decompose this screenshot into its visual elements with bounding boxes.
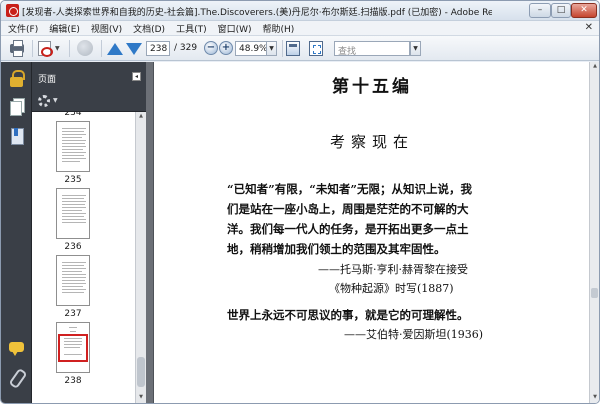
bookmarks-icon[interactable] [8, 128, 25, 145]
search-dropdown-button[interactable]: ▼ [410, 41, 421, 56]
quote-line: 地，稍稍增加我们领土的范围及其牢固性。 [227, 242, 446, 256]
full-screen-icon [309, 41, 323, 56]
arrow-down-icon [126, 42, 142, 55]
thumbnail-label: 235 [64, 175, 82, 185]
quote-line: 世界上永远不可思议的事，就是它的可理解性。 [227, 308, 469, 322]
toolbar-separator [101, 40, 102, 57]
collapse-panel-button[interactable]: ◂ [132, 72, 141, 81]
page-total-label: / 329 [174, 43, 198, 53]
paperclip-icon[interactable] [8, 368, 25, 385]
hand-icon [77, 40, 93, 56]
menu-view[interactable]: 视图(V) [91, 22, 122, 35]
quote-attribution: 《物种起源》时写(1887) [329, 282, 454, 295]
next-page-button[interactable] [126, 40, 142, 57]
document-view: 第十五编 考察现在 “已知者”有限，“未知者”无限；从知识上说，我 们是站在一座… [146, 62, 589, 403]
full-screen-button[interactable] [309, 40, 325, 57]
maximize-button[interactable]: □ [551, 3, 571, 18]
quote-attribution: ——托马斯·亨利·赫胥黎在接受 [318, 263, 468, 276]
quote-line: 洋。我们每一代人的任务，是开拓出更多一点土 [227, 222, 469, 236]
thumbnail-label: 237 [64, 309, 82, 319]
print-button[interactable] [10, 40, 26, 57]
printer-icon [10, 40, 24, 57]
menu-tools[interactable]: 工具(T) [176, 22, 207, 35]
zoom-dropdown-button[interactable]: ▼ [266, 41, 277, 56]
adobe-reader-icon [6, 4, 19, 17]
page-thumbnail[interactable] [56, 121, 90, 172]
chevron-down-icon[interactable]: ▼ [53, 97, 58, 104]
toolbar-separator [282, 40, 283, 57]
menu-file[interactable]: 文件(F) [8, 22, 38, 35]
window-title: [发现者-人类探索世界和自我的历史-社会篇].The.Discoverers.(… [22, 8, 492, 18]
quote-line: “已知者”有限，“未知者”无限；从知识上说，我 [227, 182, 472, 196]
scroll-up-icon[interactable]: ▲ [591, 63, 599, 72]
zoom-in-button[interactable]: + [219, 41, 233, 55]
document-scrollbar[interactable]: ▲ ▼ [589, 62, 599, 403]
thumbnail-list[interactable]: 234 235 236 237 238 [32, 112, 135, 392]
chevron-down-icon: ▼ [55, 45, 60, 52]
panel-options-bar: ▼ [32, 90, 146, 112]
chevron-down-icon: ▼ [269, 45, 274, 52]
close-document-button[interactable]: ✕ [585, 22, 593, 33]
page-thumbnail[interactable] [56, 255, 90, 306]
pdf-document-icon [38, 41, 53, 57]
thumbnail-label: 234 [64, 112, 82, 118]
fit-page-button[interactable] [286, 40, 302, 57]
menu-document[interactable]: 文档(D) [133, 22, 165, 35]
scrollbar-thumb[interactable] [137, 357, 145, 387]
zoom-out-button[interactable]: − [204, 41, 218, 55]
page-thumbnail[interactable] [56, 188, 90, 239]
scroll-up-icon[interactable]: ▲ [137, 113, 145, 122]
toolbar: ▼ 238 / 329 − + 48.9% ▼ 查找 ▼ [1, 35, 599, 61]
search-input[interactable]: 查找 [334, 41, 410, 57]
thumbnail-label: 236 [64, 242, 82, 252]
thumbnail-scrollbar[interactable]: ▲ ▼ [135, 112, 146, 403]
navigation-strip [1, 62, 32, 403]
arrow-up-icon [107, 42, 123, 55]
lock-icon[interactable] [8, 70, 25, 87]
page-number-input[interactable]: 238 [146, 41, 170, 56]
menu-help[interactable]: 帮助(H) [263, 22, 295, 35]
menu-edit[interactable]: 编辑(E) [49, 22, 80, 35]
quote-line: 们是站在一座小岛上，周围是茫茫的不可解的大 [227, 202, 469, 216]
pdf-page[interactable]: 第十五编 考察现在 “已知者”有限，“未知者”无限；从知识上说，我 们是站在一座… [153, 62, 589, 403]
pages-panel-header: 页面 ◂ [32, 62, 146, 90]
scroll-down-icon[interactable]: ▼ [591, 394, 599, 403]
adobe-reader-window: [发现者-人类探索世界和自我的历史-社会篇].The.Discoverers.(… [0, 0, 600, 404]
thumbnail-label: 238 [64, 376, 82, 386]
pages-icon[interactable] [8, 98, 25, 116]
toolbar-separator [69, 40, 70, 57]
menu-window[interactable]: 窗口(W) [218, 22, 252, 35]
chapter-title: 考察现在 [329, 133, 414, 151]
part-title: 第十五编 [332, 77, 412, 97]
quote-attribution: ——艾伯特·爱因斯坦(1936) [344, 328, 484, 341]
chevron-down-icon: ▼ [413, 45, 418, 52]
create-pdf-button[interactable]: ▼ [38, 40, 64, 57]
zoom-level-input[interactable]: 48.9% [235, 41, 267, 56]
comment-icon[interactable] [8, 340, 25, 357]
previous-page-button[interactable] [107, 40, 123, 57]
toolbar-separator [32, 40, 33, 57]
scroll-down-icon[interactable]: ▼ [137, 394, 145, 403]
hand-tool-button[interactable] [77, 40, 95, 57]
fit-page-icon [286, 41, 300, 56]
pages-panel: 页面 ◂ ▼ 234 235 236 237 238 ▲ ▼ [32, 62, 146, 403]
pages-panel-title: 页面 [38, 75, 57, 85]
close-button[interactable]: ✕ [571, 3, 597, 18]
menu-bar: 文件(F) 编辑(E) 视图(V) 文档(D) 工具(T) 窗口(W) 帮助(H… [1, 21, 599, 35]
gear-icon[interactable] [38, 95, 50, 107]
page-thumbnail-selected[interactable] [56, 322, 90, 373]
scrollbar-thumb[interactable] [591, 288, 598, 298]
title-bar: [发现者-人类探索世界和自我的历史-社会篇].The.Discoverers.(… [1, 1, 599, 21]
minimize-button[interactable]: – [529, 3, 551, 18]
